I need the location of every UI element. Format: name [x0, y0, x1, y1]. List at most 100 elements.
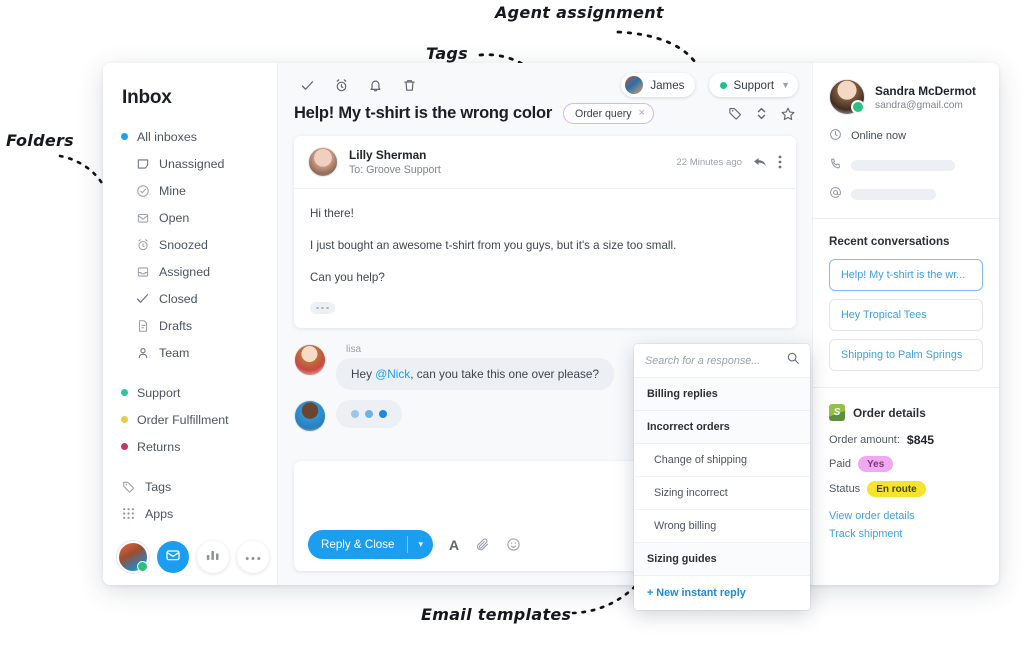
- new-instant-reply-button[interactable]: + New instant reply: [634, 576, 810, 610]
- alarm-clock-icon: [135, 237, 150, 252]
- sidebar-divider-2: [119, 460, 277, 473]
- sidebar-item-closed[interactable]: Closed: [119, 285, 277, 312]
- emoji-icon[interactable]: [506, 537, 521, 552]
- sidebar-item-label: Closed: [159, 291, 198, 306]
- vertical-ellipsis-icon[interactable]: [778, 155, 782, 169]
- snooze-icon[interactable]: [326, 72, 356, 98]
- instant-reply-item[interactable]: Sizing incorrect: [634, 477, 810, 510]
- contact-phone-row: [829, 157, 983, 173]
- sidebar-item-open[interactable]: Open: [119, 204, 277, 231]
- typing-indicator: [336, 399, 402, 428]
- sidebar-channel-label: Order Fulfillment: [137, 412, 229, 427]
- view-order-details-link[interactable]: View order details: [829, 510, 983, 522]
- chevron-down-icon[interactable]: ▾: [408, 530, 433, 559]
- subject-row: Help! My t-shirt is the wrong color Orde…: [278, 99, 812, 124]
- avatar[interactable]: [117, 541, 149, 573]
- sidebar-item-unassigned[interactable]: Unassigned: [119, 150, 277, 177]
- instant-reply-item[interactable]: Change of shipping: [634, 444, 810, 477]
- sidebar-item-label: Snoozed: [159, 237, 208, 252]
- sidebar-item-drafts[interactable]: Drafts: [119, 312, 277, 339]
- ellipsis-icon: [245, 548, 261, 566]
- check-circle-icon: [135, 183, 150, 198]
- assignee-label: James: [650, 78, 685, 92]
- instant-reply-item[interactable]: Wrong billing: [634, 510, 810, 543]
- instant-reply-group[interactable]: Incorrect orders: [634, 411, 810, 444]
- add-tag-icon[interactable]: [728, 106, 743, 121]
- instant-reply-dropdown: Billing replies Incorrect orders Change …: [634, 344, 810, 610]
- tray-icon: [135, 264, 150, 279]
- instant-reply-group[interactable]: Billing replies: [634, 378, 810, 411]
- sidebar-item-assigned[interactable]: Assigned: [119, 258, 277, 285]
- sidebar: Inbox All inboxes Unassigned Mine Open S…: [103, 63, 277, 585]
- contact-header: Sandra McDermot sandra@gmail.com: [829, 79, 983, 115]
- sidebar-divider-1: [119, 366, 277, 379]
- order-amount-label: Order amount:: [829, 434, 900, 446]
- envelope-icon: [165, 547, 181, 568]
- delete-icon[interactable]: [394, 72, 424, 98]
- inbox-button[interactable]: [157, 541, 189, 573]
- person-icon: [135, 345, 150, 360]
- message-author: Lilly Sherman: [349, 148, 427, 162]
- clock-icon: [829, 128, 842, 144]
- sidebar-item-tags[interactable]: Tags: [119, 473, 277, 500]
- list-item[interactable]: Help! My t-shirt is the wr...: [829, 259, 983, 291]
- order-details-header: S Order details: [829, 404, 983, 421]
- reply-and-close-button[interactable]: Reply & Close ▾: [308, 530, 433, 559]
- mention-nick[interactable]: @Nick: [375, 367, 410, 381]
- grid-dots-icon: [121, 506, 136, 521]
- annotation-agent-assignment: Agent assignment: [495, 3, 664, 22]
- sidebar-item-snoozed[interactable]: Snoozed: [119, 231, 277, 258]
- star-icon[interactable]: [780, 106, 796, 122]
- attachment-icon[interactable]: [475, 537, 490, 552]
- sidebar-folder-list: All inboxes Unassigned Mine Open Snoozed: [103, 123, 277, 527]
- assignee-selector[interactable]: James: [621, 73, 696, 97]
- message-paragraph: Hi there!: [310, 207, 354, 220]
- app-window: Inbox All inboxes Unassigned Mine Open S…: [103, 63, 999, 585]
- expand-quoted-text-button[interactable]: [310, 302, 335, 315]
- contact-section: Sandra McDermot sandra@gmail.com Online …: [813, 63, 999, 219]
- sidebar-item-apps[interactable]: Apps: [119, 500, 277, 527]
- message-timestamp: 22 Minutes ago: [676, 156, 742, 168]
- dot-icon: [121, 133, 128, 140]
- instant-reply-group[interactable]: Sizing guides: [634, 543, 810, 576]
- close-icon[interactable]: ×: [639, 108, 645, 119]
- recent-conversations-heading: Recent conversations: [829, 235, 950, 248]
- updown-icon[interactable]: [755, 106, 768, 121]
- order-details-section: S Order details Order amount: $845 Paid …: [813, 388, 999, 562]
- screenshot-root: Folders Tags Agent assignment Email temp…: [0, 0, 1024, 653]
- sidebar-item-support[interactable]: Support: [119, 379, 277, 406]
- sidebar-item-label: Unassigned: [159, 156, 225, 171]
- contact-email: sandra@gmail.com: [875, 99, 963, 111]
- list-item[interactable]: Shipping to Palm Springs: [829, 339, 983, 371]
- sidebar-item-order-fulfillment[interactable]: Order Fulfillment: [119, 406, 277, 433]
- reply-arrow-icon[interactable]: [753, 156, 767, 168]
- search-icon[interactable]: [786, 351, 800, 370]
- avatar: [308, 147, 338, 177]
- contact-name: Sandra McDermot: [875, 83, 976, 98]
- list-item[interactable]: Hey Tropical Tees: [829, 299, 983, 331]
- sidebar-footer: [103, 529, 277, 585]
- check-icon: [135, 291, 150, 306]
- search-input[interactable]: [645, 354, 786, 367]
- sidebar-item-label: Tags: [145, 479, 172, 494]
- status-selector[interactable]: Support ▼: [709, 73, 798, 97]
- sidebar-item-label: Drafts: [159, 318, 193, 333]
- notify-icon[interactable]: [360, 72, 390, 98]
- sidebar-item-returns[interactable]: Returns: [119, 433, 277, 460]
- note-text-after: , can you take this one over please?: [410, 366, 600, 381]
- reply-and-close-label: Reply & Close: [321, 538, 395, 551]
- mark-done-icon[interactable]: [292, 72, 322, 98]
- order-amount-row: Order amount: $845: [829, 433, 983, 447]
- page-title: Inbox: [122, 87, 172, 108]
- sidebar-item-all-inboxes[interactable]: All inboxes: [119, 123, 277, 150]
- sidebar-item-mine[interactable]: Mine: [119, 177, 277, 204]
- tag-chip-order-query[interactable]: Order query ×: [563, 103, 654, 124]
- track-shipment-link[interactable]: Track shipment: [829, 528, 983, 540]
- sidebar-item-team[interactable]: Team: [119, 339, 277, 366]
- sidebar-channel-label: Returns: [137, 439, 181, 454]
- contact-handle-row: [829, 186, 983, 202]
- format-text-icon[interactable]: A: [449, 537, 459, 553]
- more-button[interactable]: [237, 541, 269, 573]
- reports-button[interactable]: [197, 541, 229, 573]
- subject-actions: [728, 106, 796, 122]
